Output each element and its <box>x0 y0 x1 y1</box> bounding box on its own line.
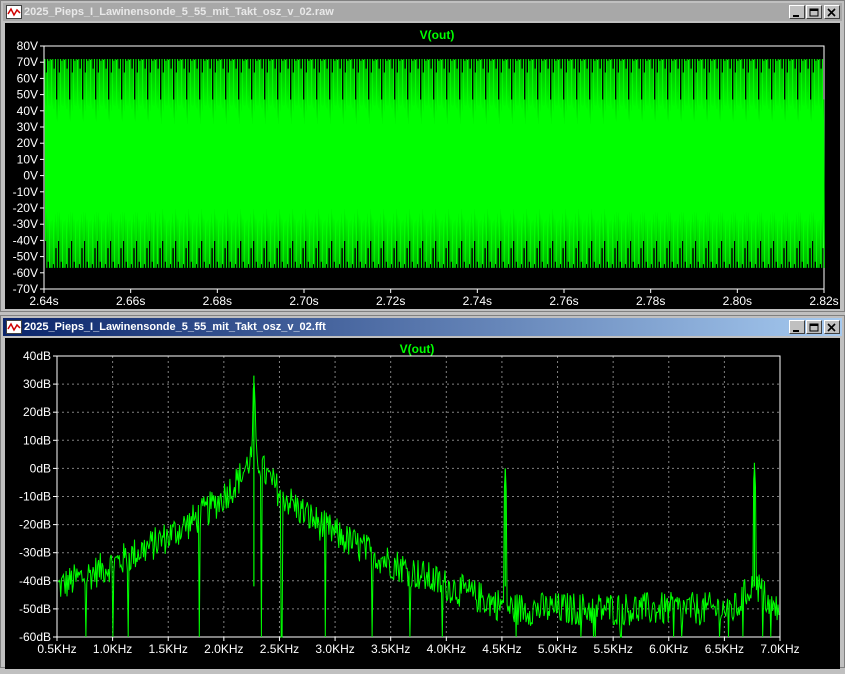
x-tick-label: 2.68s <box>203 294 232 308</box>
y-tick-label: -50V <box>13 250 38 264</box>
window-title: 2025_Pieps_I_Lawinensonde_5_55_mit_Takt_… <box>24 321 326 333</box>
y-tick-label: 20V <box>17 136 38 150</box>
close-icon <box>827 8 836 17</box>
waveform-plot-area[interactable]: V(out) 80V 70V 60V 50V 40V 30V 20V 10V 0V -10V -20… <box>5 23 840 309</box>
maximize-icon <box>809 323 819 332</box>
x-tick-label: 5.5KHz <box>593 642 632 656</box>
maximize-button[interactable] <box>806 5 822 19</box>
x-tick-label: 1.5KHz <box>149 642 188 656</box>
x-tick-label: 2.78s <box>636 294 665 308</box>
x-tick-label: 2.66s <box>116 294 145 308</box>
fft-chart[interactable]: V(out) 40dB 30dB 20dB 10dB 0dB -10dB -20dB -30d… <box>5 338 842 669</box>
x-tick-label: 2.70s <box>289 294 318 308</box>
window-title: 2025_Pieps_I_Lawinensonde_5_55_mit_Takt_… <box>24 6 334 18</box>
y-tick-label: 0V <box>23 169 38 183</box>
x-tick-label: 6.0KHz <box>649 642 688 656</box>
y-tick-label: -40V <box>13 233 38 247</box>
waveform-trace <box>44 58 825 268</box>
minimize-icon <box>793 330 799 332</box>
close-button[interactable] <box>824 320 840 334</box>
close-button[interactable] <box>824 5 840 19</box>
minimize-button[interactable] <box>789 5 805 19</box>
minimize-icon <box>793 15 799 17</box>
y-tick-label: 0dB <box>30 461 51 475</box>
y-tick-label: 60V <box>17 71 38 85</box>
x-tick-label: 3.5KHz <box>371 642 410 656</box>
x-tick-label: 0.5KHz <box>37 642 76 656</box>
fft-titlebar[interactable]: 2025_Pieps_I_Lawinensonde_5_55_mit_Takt_… <box>3 318 842 336</box>
y-tick-label: 20dB <box>23 405 51 419</box>
x-tick-label: 1.0KHz <box>93 642 132 656</box>
y-tick-label: 70V <box>17 55 38 69</box>
close-icon <box>827 323 836 332</box>
waveform-band <box>45 152 823 173</box>
x-tick-label: 5.0KHz <box>538 642 577 656</box>
fft-plot-area[interactable]: V(out) 40dB 30dB 20dB 10dB 0dB -10dB -20dB -30d… <box>5 338 840 669</box>
y-tick-label: -30dB <box>19 546 51 560</box>
y-tick-label: -50dB <box>19 602 51 616</box>
y-tick-label: -10dB <box>19 490 51 504</box>
y-tick-label: -20dB <box>19 518 51 532</box>
x-tick-label: 2.72s <box>376 294 405 308</box>
maximize-icon <box>809 8 819 17</box>
fft-trace <box>57 375 780 638</box>
y-tick-label: 40V <box>17 104 38 118</box>
x-tick-label: 2.76s <box>549 294 578 308</box>
x-tick-label: 3.0KHz <box>315 642 354 656</box>
waveform-app-icon <box>6 5 22 19</box>
fft-window[interactable]: 2025_Pieps_I_Lawinensonde_5_55_mit_Takt_… <box>0 315 845 669</box>
trace-label[interactable]: V(out) <box>420 28 455 42</box>
x-tick-label: 4.5KHz <box>482 642 521 656</box>
waveform-titlebar[interactable]: 2025_Pieps_I_Lawinensonde_5_55_mit_Takt_… <box>3 3 842 21</box>
x-tick-label: 2.5KHz <box>260 642 299 656</box>
y-tick-label: 40dB <box>23 349 51 363</box>
x-tick-label: 4.0KHz <box>427 642 466 656</box>
y-tick-label: 10dB <box>23 433 51 447</box>
x-tick-label: 2.0KHz <box>204 642 243 656</box>
maximize-button[interactable] <box>806 320 822 334</box>
x-tick-label: 2.82s <box>809 294 838 308</box>
y-tick-label: -30V <box>13 217 38 231</box>
y-tick-label: -60V <box>13 266 38 280</box>
y-tick-label: 30V <box>17 120 38 134</box>
x-tick-label: 2.74s <box>463 294 492 308</box>
y-tick-label: 50V <box>17 88 38 102</box>
y-tick-label: -10V <box>13 185 38 199</box>
spectrum-line <box>57 382 780 638</box>
waveform-chart[interactable]: V(out) 80V 70V 60V 50V 40V 30V 20V 10V 0V -10V -20… <box>5 23 842 309</box>
y-tick-label: -20V <box>13 201 38 215</box>
minimize-button[interactable] <box>789 320 805 334</box>
y-tick-label: 30dB <box>23 377 51 391</box>
y-tick-label: 80V <box>17 39 38 53</box>
y-tick-label: 10V <box>17 152 38 166</box>
waveform-window[interactable]: 2025_Pieps_I_Lawinensonde_5_55_mit_Takt_… <box>0 0 845 312</box>
y-tick-label: -40dB <box>19 574 51 588</box>
trace-label[interactable]: V(out) <box>400 342 435 356</box>
x-tick-label: 7.0KHz <box>760 642 799 656</box>
fft-app-icon <box>6 320 22 334</box>
x-tick-label: 6.5KHz <box>705 642 744 656</box>
x-tick-label: 2.64s <box>29 294 58 308</box>
x-tick-label: 2.80s <box>723 294 752 308</box>
